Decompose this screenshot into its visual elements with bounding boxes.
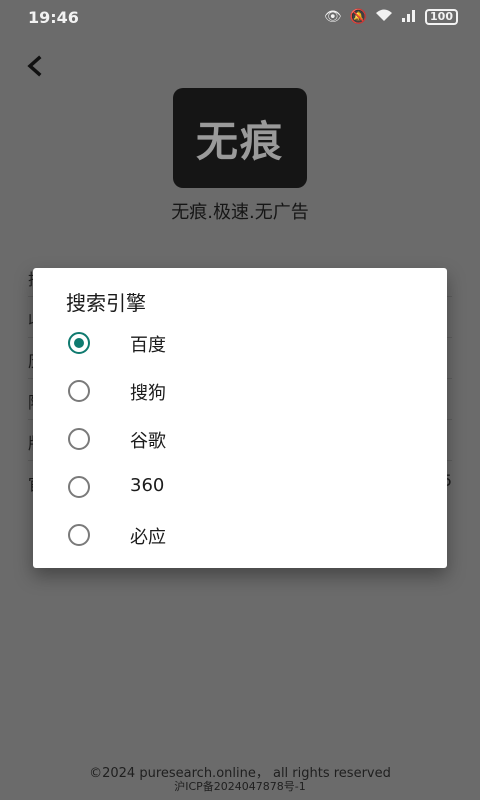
option-label: 百度 — [130, 335, 166, 356]
wifi-icon — [375, 8, 393, 26]
option-label: 必应 — [130, 527, 166, 548]
option-label: 搜狗 — [130, 383, 166, 404]
dialog-title: 搜索引擎 — [66, 291, 146, 315]
option-google[interactable]: 谷歌 — [33, 416, 447, 464]
footer-icp: 沪ICP备2024047878号-1 — [174, 780, 306, 793]
signal-4g-icon — [401, 8, 417, 26]
app-logo-text: 无痕 — [195, 116, 284, 166]
option-360[interactable]: 360 — [33, 464, 447, 512]
option-label: 360 — [130, 475, 165, 496]
option-baidu[interactable]: 百度 — [33, 320, 447, 368]
app-logo: 无痕 — [173, 88, 307, 188]
status-bar: 19:46 👁 🔕 100 — [0, 0, 480, 36]
radio-unchecked-icon[interactable] — [68, 524, 90, 546]
option-bing[interactable]: 必应 — [33, 512, 447, 560]
status-time: 19:46 — [28, 8, 79, 27]
option-label: 谷歌 — [130, 431, 166, 452]
battery-indicator: 100 — [425, 9, 458, 25]
option-sogou[interactable]: 搜狗 — [33, 368, 447, 416]
radio-unchecked-icon[interactable] — [68, 476, 90, 498]
search-engine-dialog: 搜索引擎 百度 搜狗 谷歌 360 必应 — [33, 268, 447, 568]
radio-unchecked-icon[interactable] — [68, 428, 90, 450]
radio-unchecked-icon[interactable] — [68, 380, 90, 402]
app-tagline: 无痕.极速.无广告 — [171, 202, 309, 223]
chevron-left-icon — [27, 55, 42, 77]
eye-icon: 👁 — [323, 9, 342, 25]
status-icons: 👁 🔕 100 — [324, 8, 458, 26]
search-engine-options: 百度 搜狗 谷歌 360 必应 — [33, 320, 447, 560]
back-button[interactable] — [24, 54, 52, 82]
radio-checked-icon[interactable] — [68, 332, 90, 354]
mute-bell-icon: 🔕 — [349, 9, 368, 25]
